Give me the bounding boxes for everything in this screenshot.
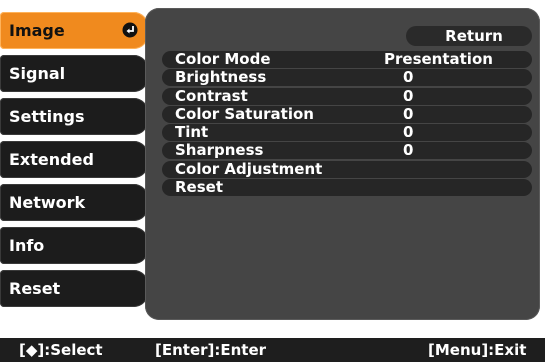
settings-panel: Return Color Mode Presentation Brightnes… [145, 8, 540, 320]
sidebar-item-settings[interactable]: Settings [0, 98, 148, 135]
setting-label: Color Mode [175, 50, 271, 68]
setting-row-tint[interactable]: Tint 0 [162, 123, 532, 142]
exit-hint: [Menu]:Exit [428, 341, 527, 359]
setting-label: Color Saturation [175, 104, 314, 123]
sidebar-item-label: Info [9, 236, 45, 255]
sidebar-item-label: Settings [9, 107, 85, 126]
setting-value: 0 [403, 123, 414, 142]
setting-value: 0 [403, 68, 414, 87]
sidebar-item-info[interactable]: Info [0, 227, 148, 264]
setting-label: Sharpness [175, 141, 264, 160]
sidebar-item-label: Reset [9, 279, 61, 298]
setting-value: 0 [403, 141, 414, 160]
sidebar-item-extended[interactable]: Extended [0, 141, 148, 178]
sidebar-item-label: Image [9, 21, 65, 40]
sidebar-item-label: Extended [9, 150, 94, 169]
sidebar-item-image[interactable]: Image [0, 12, 148, 49]
setting-label: Color Adjustment [175, 159, 323, 178]
projector-menu: Image Signal Settings Extended Network I… [0, 0, 545, 325]
setting-value: Presentation [384, 50, 493, 68]
sidebar: Image Signal Settings Extended Network I… [0, 12, 148, 313]
footer-help-bar: [◆]:Select [Enter]:Enter [Menu]:Exit [0, 338, 545, 362]
setting-row-color-adjustment[interactable]: Color Adjustment [162, 159, 532, 178]
sidebar-item-label: Signal [9, 64, 66, 83]
setting-label: Reset [175, 178, 223, 197]
sidebar-item-reset[interactable]: Reset [0, 270, 148, 307]
setting-label: Tint [175, 123, 209, 142]
return-button[interactable]: Return [406, 26, 532, 46]
setting-label: Contrast [175, 86, 248, 105]
sidebar-item-label: Network [9, 193, 86, 212]
setting-row-color-saturation[interactable]: Color Saturation 0 [162, 104, 532, 123]
setting-value: 0 [403, 86, 414, 105]
sidebar-item-network[interactable]: Network [0, 184, 148, 221]
setting-label: Brightness [175, 68, 267, 87]
sidebar-item-signal[interactable]: Signal [0, 55, 148, 92]
enter-icon [122, 22, 138, 38]
setting-row-contrast[interactable]: Contrast 0 [162, 86, 532, 105]
setting-row-reset[interactable]: Reset [162, 178, 532, 197]
setting-row-color-mode[interactable]: Color Mode Presentation [162, 51, 532, 68]
setting-row-sharpness[interactable]: Sharpness 0 [162, 141, 532, 160]
select-hint: [◆]:Select [19, 341, 103, 359]
setting-row-brightness[interactable]: Brightness 0 [162, 68, 532, 87]
enter-hint: [Enter]:Enter [155, 341, 267, 359]
settings-list: Color Mode Presentation Brightness 0 Con… [162, 51, 532, 197]
setting-value: 0 [403, 104, 414, 123]
